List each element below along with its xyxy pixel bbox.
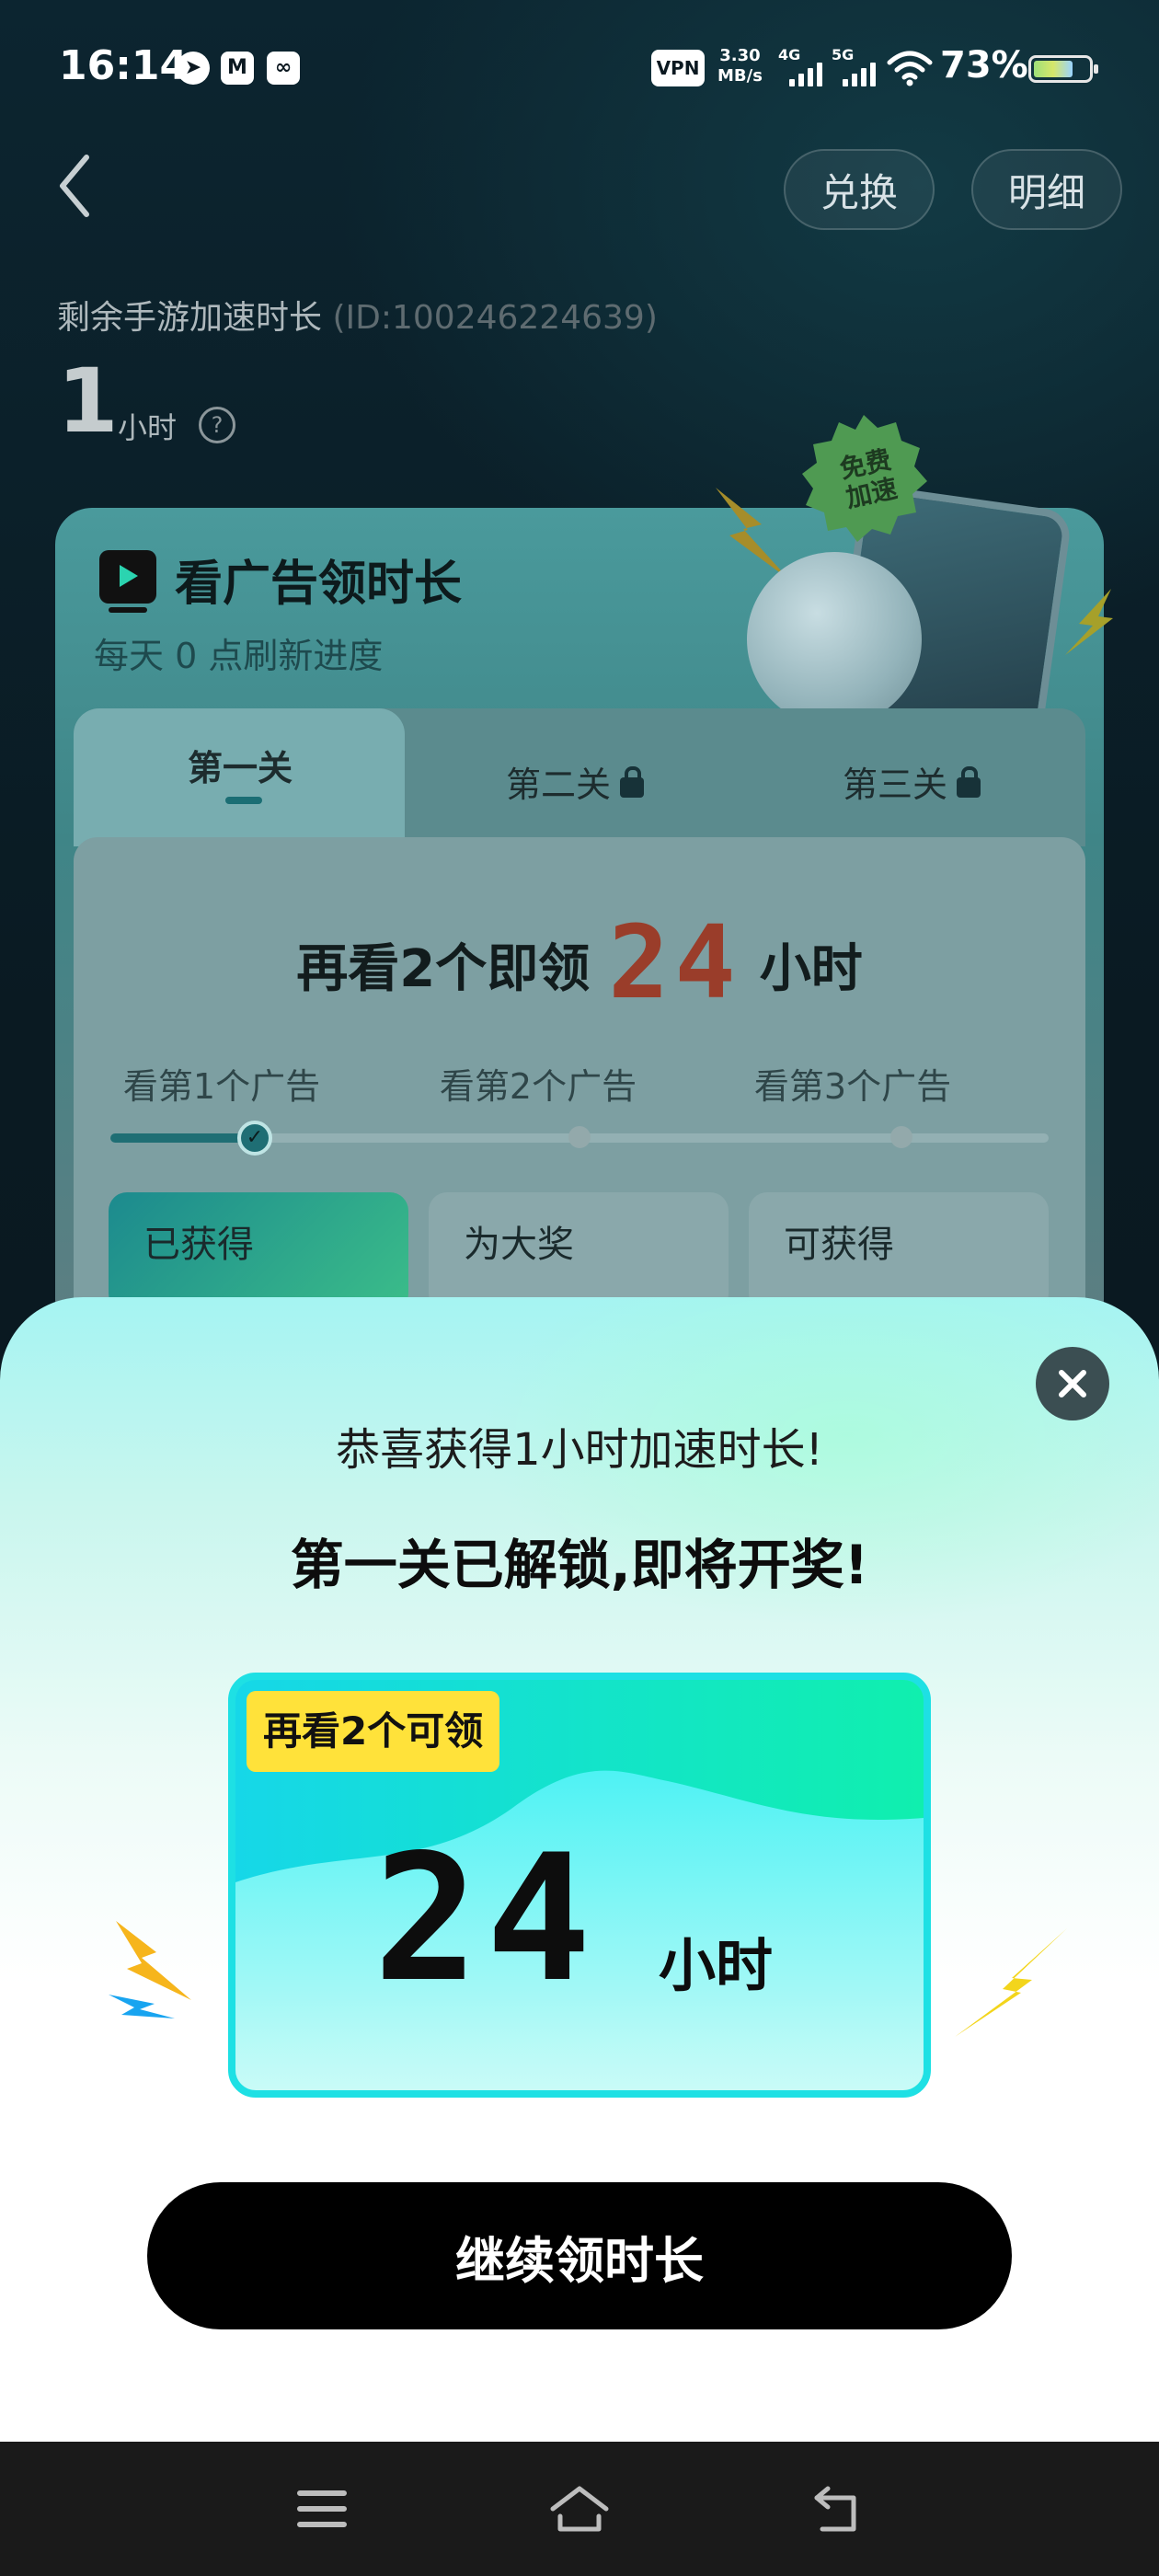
home-button[interactable] [543, 2477, 616, 2541]
task-card-subtitle: 每天 0 点刷新进度 [94, 636, 384, 676]
back-button[interactable] [48, 149, 103, 223]
step-label: 看第2个广告 [439, 1066, 637, 1107]
status-time: 16:14 [59, 42, 189, 89]
reward-chip-available[interactable]: 可获得 [749, 1192, 1049, 1312]
chevron-left-icon [60, 155, 89, 217]
step-label: 看第3个广告 [753, 1066, 952, 1107]
close-icon [1059, 1370, 1086, 1397]
unlock-title: 第一关已解锁,即将开奖! [290, 1534, 869, 1596]
tab-level-2[interactable]: 第二关 [506, 756, 645, 807]
menu-icon [297, 2490, 347, 2527]
prize-unit: 小时 [659, 1932, 774, 1999]
menu-button[interactable] [285, 2477, 359, 2541]
progress-dot [568, 1126, 591, 1148]
task-headline: 再看2个即领 24 小时 [74, 903, 1085, 1021]
lock-icon [620, 765, 645, 798]
lightning-icon [1065, 589, 1113, 655]
tab-level-3-label: 第三关 [843, 765, 948, 805]
lightning-icon [109, 1921, 191, 2018]
task-card-title: 看广告领时长 [175, 557, 463, 612]
step-label: 看第1个广告 [122, 1066, 321, 1107]
battery-percent: 73% [940, 44, 1028, 86]
close-button[interactable] [1036, 1347, 1109, 1420]
congrats-text: 恭喜获得1小时加速时长! [336, 1424, 823, 1476]
help-icon[interactable]: ? [199, 407, 235, 443]
battery-icon [1028, 55, 1098, 83]
tab-level-2-label: 第二关 [506, 765, 612, 805]
tab-level-1-label: 第一关 [188, 748, 293, 788]
remaining-time-value: 1 [57, 350, 119, 453]
user-id: (ID:100246224639) [332, 299, 658, 337]
continue-button[interactable]: 继续领时长 [147, 2182, 1012, 2329]
prize-tag: 再看2个可领 [247, 1691, 500, 1772]
mascot-illustration [747, 552, 922, 727]
headline-prefix: 再看2个即领 [296, 939, 591, 999]
remaining-time-label: 剩余手游加速时长 (ID:100246224639) [57, 291, 658, 339]
vpn-badge: VPN [651, 50, 705, 86]
prize-card: 再看2个可领 24 小时 [228, 1673, 931, 2098]
free-acceleration-badge: 免费 加速 [802, 415, 927, 542]
level-tabs: 第一关 第二关 第三关 [74, 708, 1085, 846]
tab-level-1[interactable]: 第一关 [188, 740, 293, 790]
reward-chip-grand-prize[interactable]: 为大奖 [429, 1192, 729, 1312]
signal-5g-icon: 5G [832, 46, 876, 88]
level-panel: 再看2个即领 24 小时 看第1个广告 看第2个广告 看第3个广告 ✓ 已获得 为大… [74, 837, 1085, 1352]
home-icon [550, 2486, 609, 2532]
signal-4g-icon: 4G [778, 46, 822, 88]
status-bar: 16:14 ➤ M ∞ VPN 3.30 MB/s 4G 5G 73% [0, 0, 1159, 138]
telegram-icon: ➤ [177, 52, 210, 85]
remaining-time-unit: 小时 [118, 410, 178, 445]
progress-fill [110, 1133, 242, 1143]
progress-dot [890, 1126, 912, 1148]
tab-underline [225, 797, 262, 804]
vpn-app-icon: ∞ [267, 52, 300, 85]
check-icon: ✓ [237, 1121, 272, 1156]
mail-icon: M [221, 52, 254, 85]
signal-5g-label: 5G [832, 46, 855, 63]
exchange-button[interactable]: 兑换 [784, 149, 935, 230]
headline-number: 24 [608, 903, 741, 1021]
reward-chip-obtained[interactable]: 已获得 [109, 1192, 408, 1312]
net-speed-value: 3.30 [719, 46, 761, 65]
remaining-time-title: 剩余手游加速时长 [57, 299, 323, 337]
wifi-icon [887, 51, 933, 86]
details-button[interactable]: 明细 [971, 149, 1122, 230]
return-icon [814, 2486, 856, 2532]
headline-unit: 小时 [759, 939, 863, 999]
lightning-icon [955, 1928, 1067, 2037]
prize-number: 24 [373, 1817, 599, 2020]
signal-4g-label: 4G [778, 46, 801, 63]
back-nav-button[interactable] [800, 2477, 874, 2541]
net-speed-unit: MB/s [717, 66, 763, 86]
system-nav-bar [0, 2442, 1159, 2576]
tab-level-3[interactable]: 第三关 [843, 756, 981, 807]
net-speed: 3.30 MB/s [717, 46, 763, 86]
lock-icon [957, 765, 981, 798]
tv-play-icon [99, 550, 156, 613]
